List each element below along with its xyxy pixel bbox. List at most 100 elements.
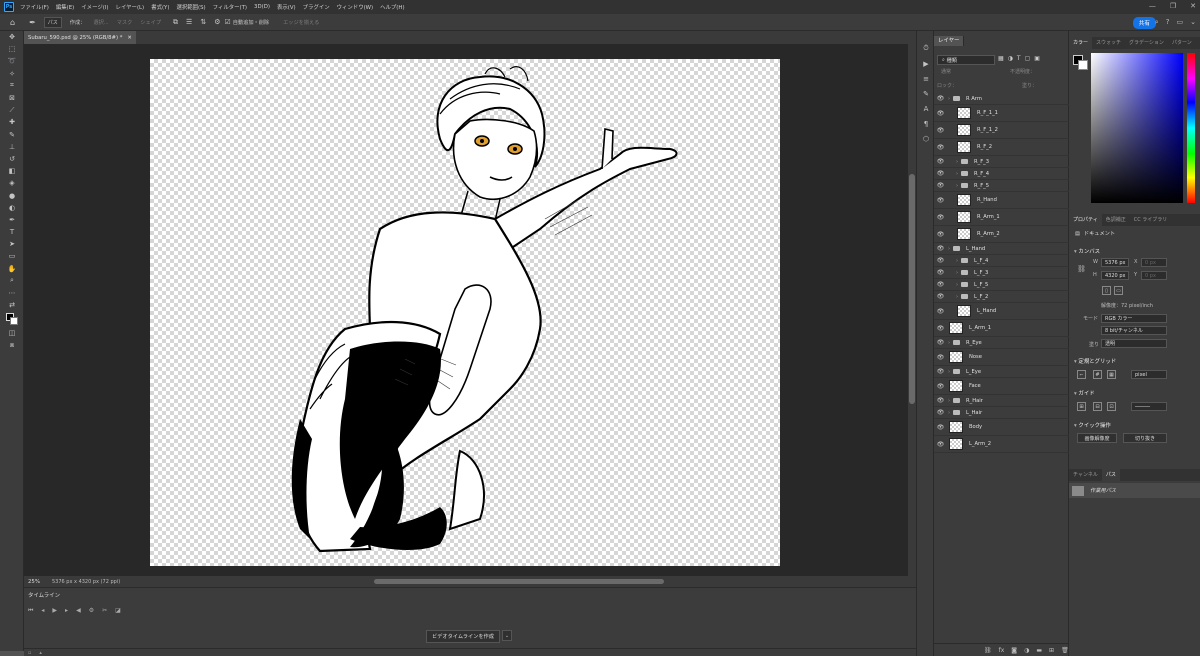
layer-row[interactable]: 👁 R_F_2 <box>934 139 1069 156</box>
layer-row[interactable]: 👁 L_Arm_2 <box>934 436 1069 453</box>
tab-swatches[interactable]: スウォッチ <box>1092 37 1125 49</box>
stamp-tool-icon[interactable]: ⊥ <box>0 141 24 153</box>
layer-row[interactable]: 👁 › L_F_5 <box>934 279 1069 291</box>
background-color-swatch[interactable] <box>10 317 18 326</box>
3d-icon[interactable]: ⬡ <box>917 131 935 146</box>
visibility-eye-icon[interactable]: 👁 <box>936 281 945 288</box>
layer-row[interactable]: 👁 › L_F_4 <box>934 255 1069 267</box>
visibility-eye-icon[interactable]: 👁 <box>936 368 945 375</box>
link-dimensions-icon[interactable]: ⛓ <box>1077 265 1086 273</box>
make-shape-button[interactable]: シェイプ <box>140 19 161 26</box>
shape-filter-icon[interactable]: ▢ <box>1025 55 1031 62</box>
frame-icon[interactable]: ▫ <box>28 650 31 656</box>
ruler-icon[interactable]: ⌐ <box>1077 370 1086 379</box>
folder-icon[interactable]: ▬ <box>1036 647 1042 654</box>
layer-row[interactable]: 👁 › L_F_2 <box>934 291 1069 303</box>
rulers-grids-section-title[interactable]: 定規とグリッド <box>1074 357 1116 365</box>
hue-slider[interactable] <box>1187 53 1195 203</box>
make-mask-button[interactable]: マスク <box>117 19 133 26</box>
layer-row[interactable]: 👁 R_Hand <box>934 192 1069 209</box>
menu-view[interactable]: 表示(V) <box>277 3 296 11</box>
menu-plugins[interactable]: プラグイン <box>303 3 330 11</box>
layer-filter-select[interactable]: ⌕ 種類 <box>937 55 995 65</box>
visibility-eye-icon[interactable]: 👁 <box>936 354 945 361</box>
path-align-icon[interactable]: ☰ <box>186 18 192 26</box>
vertical-scrollbar[interactable] <box>908 44 916 576</box>
visibility-eye-icon[interactable]: 👁 <box>936 308 945 315</box>
tab-color[interactable]: カラー <box>1069 37 1093 49</box>
shape-tool-icon[interactable]: ▭ <box>0 250 24 262</box>
chevron-right-icon[interactable]: › <box>948 398 950 404</box>
visibility-eye-icon[interactable]: 👁 <box>936 424 945 431</box>
visibility-eye-icon[interactable]: 👁 <box>936 170 945 177</box>
more-tools-icon[interactable]: ⋯ <box>0 287 24 299</box>
layer-row[interactable]: 👁 › R_F_5 <box>934 180 1069 192</box>
chevron-down-icon[interactable]: ⌄ <box>502 630 512 641</box>
visibility-eye-icon[interactable]: 👁 <box>936 95 945 102</box>
pen-tool-icon[interactable]: ✒ <box>0 214 24 226</box>
canvas-section-title[interactable]: カンバス <box>1074 247 1100 255</box>
layer-row[interactable]: 👁 › L_Hand <box>934 243 1069 255</box>
path-selection-tool-icon[interactable]: ➤ <box>0 238 24 250</box>
brush-tool-icon[interactable]: ✎ <box>0 129 24 141</box>
layer-row[interactable]: 👁 R_F_1_2 <box>934 122 1069 139</box>
chevron-right-icon[interactable]: › <box>956 294 958 300</box>
fill-select[interactable]: 透明 <box>1101 339 1167 348</box>
move-tool-icon[interactable]: ✥ <box>0 31 24 43</box>
adjustment-icon[interactable]: ◑ <box>1024 647 1029 654</box>
screen-mode-icon[interactable]: ⧈ <box>0 340 24 352</box>
visibility-eye-icon[interactable]: 👁 <box>936 409 945 416</box>
character-icon[interactable]: A <box>917 101 935 116</box>
eraser-tool-icon[interactable]: ◧ <box>0 165 24 177</box>
portrait-orientation-icon[interactable]: ▯ <box>1102 286 1111 295</box>
menu-filter[interactable]: フィルター(T) <box>213 3 247 11</box>
vertical-scroll-thumb[interactable] <box>909 174 915 404</box>
link-icon[interactable]: ⛓ <box>984 647 992 654</box>
crop-button[interactable]: 切り抜き <box>1123 433 1167 443</box>
opacity-label[interactable]: 不透明度： <box>1010 68 1035 75</box>
history-icon[interactable]: ⏱ <box>917 41 935 56</box>
ruler-unit-select[interactable]: pixel <box>1131 370 1167 379</box>
eyedropper-tool-icon[interactable]: ⟋ <box>0 104 24 116</box>
layer-row[interactable]: 👁 R_Arm_1 <box>934 209 1069 226</box>
color-mode-select[interactable]: RGB カラー <box>1101 314 1167 323</box>
visibility-eye-icon[interactable]: 👁 <box>936 182 945 189</box>
timeline-tab[interactable]: タイムライン <box>24 590 64 600</box>
layer-row[interactable]: 👁 › R Arm <box>934 93 1069 105</box>
menu-type[interactable]: 書式(Y) <box>151 3 169 11</box>
visibility-eye-icon[interactable]: 👁 <box>936 197 945 204</box>
width-field[interactable]: 5376 px <box>1101 258 1129 267</box>
history-brush-tool-icon[interactable]: ↺ <box>0 153 24 165</box>
visibility-eye-icon[interactable]: 👁 <box>936 397 945 404</box>
layer-row[interactable]: 👁 L_Hand <box>934 303 1069 320</box>
layers-tab[interactable]: レイヤー <box>934 36 965 46</box>
home-icon[interactable]: ⌂ <box>10 18 15 27</box>
visibility-eye-icon[interactable]: 👁 <box>936 441 945 448</box>
color-swatches[interactable] <box>0 311 24 327</box>
height-field[interactable]: 4320 px <box>1101 271 1129 280</box>
close-icon[interactable]: ✕ <box>1190 2 1196 10</box>
chevron-right-icon[interactable]: › <box>956 270 958 276</box>
search-icon[interactable]: ⌕ <box>1155 18 1159 27</box>
zoom-level[interactable]: 25% <box>28 579 40 585</box>
tab-patterns[interactable]: パターン <box>1168 37 1196 49</box>
menu-file[interactable]: ファイル(F) <box>20 3 49 11</box>
x-field[interactable]: 0 px <box>1141 258 1167 267</box>
pixel-grid-icon[interactable]: ▦ <box>1107 370 1116 379</box>
visibility-eye-icon[interactable]: 👁 <box>936 257 945 264</box>
layer-row[interactable]: 👁 › R_Eye <box>934 337 1069 349</box>
layer-row[interactable]: 👁 › R_Hair <box>934 395 1069 407</box>
visibility-eye-icon[interactable]: 👁 <box>936 144 945 151</box>
edge-align-label[interactable]: エッジを揃える <box>283 19 319 26</box>
document-tab[interactable]: Subaru_590.psd @ 25% (RGB/8#) * ✕ <box>24 31 136 44</box>
layer-row[interactable]: 👁 L_Arm_1 <box>934 320 1069 337</box>
marquee-tool-icon[interactable]: ⬚ <box>0 43 24 55</box>
chevron-right-icon[interactable]: › <box>956 183 958 189</box>
visibility-eye-icon[interactable]: 👁 <box>936 293 945 300</box>
visibility-eye-icon[interactable]: 👁 <box>936 339 945 346</box>
image-size-button[interactable]: 画像解像度 <box>1077 433 1117 443</box>
path-ops-icon[interactable]: ⧉ <box>173 18 178 27</box>
path-arrange-icon[interactable]: ⇅ <box>200 18 206 26</box>
document-canvas[interactable] <box>150 59 780 566</box>
visibility-eye-icon[interactable]: 👁 <box>936 245 945 252</box>
